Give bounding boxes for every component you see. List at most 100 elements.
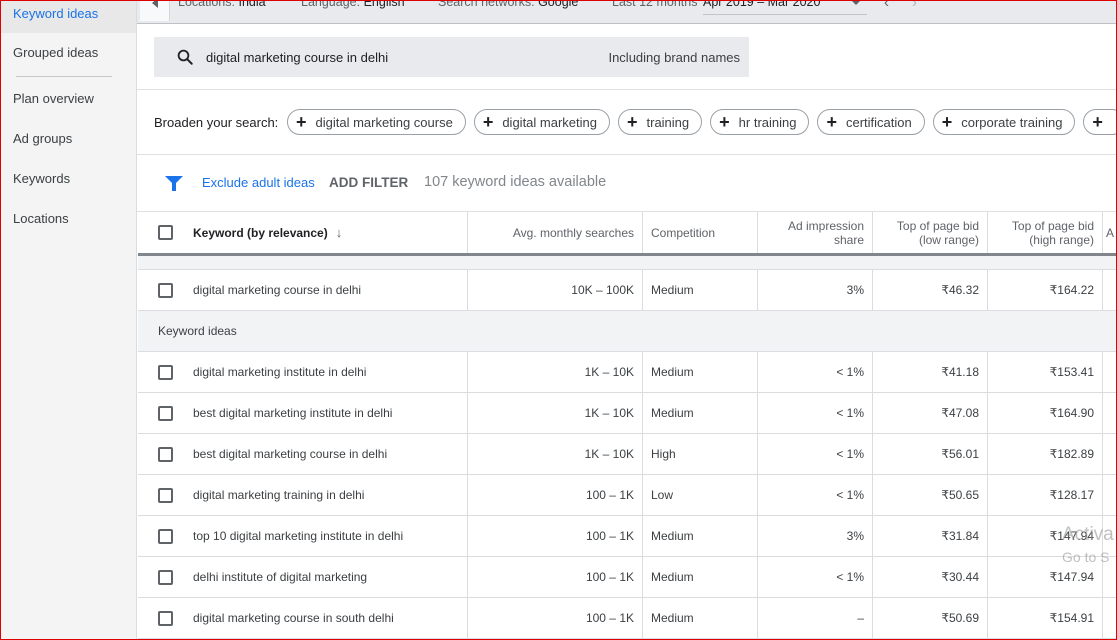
- broaden-chip[interactable]: + corporate training: [932, 109, 1076, 135]
- row-checkbox[interactable]: [158, 610, 173, 626]
- sidebar-item-keywords[interactable]: Keywords: [0, 167, 136, 207]
- bid-low-cell: ₹47.08: [873, 393, 988, 433]
- keyword-text: digital marketing training in delhi: [193, 488, 365, 502]
- table-row: digital marketing course in south delhi 1…: [138, 598, 1117, 639]
- bid-high-cell: ₹182.89: [988, 434, 1103, 474]
- next-period-button[interactable]: ›: [912, 0, 917, 11]
- table-row: best digital marketing course in delhi 1K…: [138, 434, 1117, 475]
- broaden-chip[interactable]: + hr training: [710, 109, 810, 135]
- column-header-competition[interactable]: Competition: [643, 212, 758, 253]
- header-line: Top of page bid: [1011, 218, 1094, 233]
- sidebar-item-grouped-ideas[interactable]: Grouped ideas: [0, 33, 136, 73]
- row-checkbox[interactable]: [158, 446, 173, 462]
- sidebar-item-ad-groups[interactable]: Ad groups: [0, 127, 136, 167]
- column-header-bid-high[interactable]: Top of page bid (high range): [988, 212, 1103, 253]
- table-row: best digital marketing institute in delh…: [138, 393, 1117, 434]
- period-label: Last 12 months: [612, 0, 698, 9]
- keyword-search-box[interactable]: digital marketing course in delhi Includ…: [154, 37, 749, 77]
- broaden-chip[interactable]: +: [1083, 109, 1117, 135]
- plus-icon: +: [1092, 112, 1103, 132]
- brand-names-toggle[interactable]: Including brand names: [608, 50, 740, 65]
- search-query[interactable]: digital marketing course in delhi: [206, 50, 388, 65]
- row-checkbox[interactable]: [158, 405, 173, 421]
- table-spacer: [138, 256, 1117, 270]
- competition-cell: Medium: [643, 598, 758, 638]
- divider: [137, 154, 1117, 155]
- networks-setting[interactable]: Search networks: Google: [438, 0, 578, 9]
- more-cell: [1103, 270, 1117, 310]
- more-cell: [1103, 393, 1117, 433]
- column-header-impression-share[interactable]: Ad impression share: [758, 212, 873, 253]
- chip-label: digital marketing: [502, 114, 597, 130]
- plus-icon: +: [296, 112, 307, 132]
- header-line: Top of page bid: [896, 218, 979, 233]
- sidebar-item-plan-overview[interactable]: Plan overview: [0, 87, 136, 127]
- impression-share-cell: < 1%: [758, 393, 873, 433]
- impression-share-cell: < 1%: [758, 557, 873, 597]
- row-checkbox[interactable]: [158, 282, 173, 298]
- previous-period-button[interactable]: ‹: [884, 0, 889, 11]
- add-filter-button[interactable]: ADD FILTER: [329, 175, 408, 190]
- row-checkbox[interactable]: [158, 364, 173, 380]
- keyword-text: digital marketing institute in delhi: [193, 365, 367, 379]
- broaden-chip[interactable]: + digital marketing: [473, 109, 610, 135]
- filter-icon[interactable]: [165, 176, 183, 191]
- locations-value: India: [238, 0, 266, 9]
- sidebar-item-keyword-ideas[interactable]: Keyword ideas: [0, 0, 136, 33]
- select-all-checkbox[interactable]: [158, 225, 173, 240]
- keyword-text: top 10 digital marketing institute in de…: [193, 529, 404, 543]
- networks-label: Search networks:: [438, 0, 535, 9]
- plus-icon: +: [941, 112, 953, 132]
- bid-high-cell: ₹153.41: [988, 352, 1103, 392]
- plan-settings-bar: Locations: India Language: English Searc…: [137, 0, 1117, 24]
- more-cell: [1103, 475, 1117, 515]
- networks-value: Google: [538, 0, 579, 9]
- collapse-sidebar-button[interactable]: [140, 0, 170, 21]
- row-checkbox[interactable]: [158, 528, 173, 544]
- chip-label: digital marketing course: [315, 114, 453, 130]
- competition-cell: Medium: [643, 516, 758, 556]
- competition-cell: High: [643, 434, 758, 474]
- row-checkbox[interactable]: [158, 487, 173, 503]
- impression-share-cell: < 1%: [758, 475, 873, 515]
- keyword-text: digital marketing course in south delhi: [193, 611, 394, 625]
- competition-cell: Medium: [643, 270, 758, 310]
- date-range-select[interactable]: Apr 2019 – Mar 2020: [703, 0, 867, 15]
- broaden-search-label: Broaden your search:: [154, 115, 279, 130]
- avg-searches-cell: 100 – 1K: [468, 557, 643, 597]
- avg-searches-cell: 100 – 1K: [468, 516, 643, 556]
- table-row: delhi institute of digital marketing 100 …: [138, 557, 1117, 598]
- impression-share-cell: < 1%: [758, 352, 873, 392]
- broaden-chips: + digital marketing course + digital marke…: [287, 109, 1117, 135]
- column-header-bid-low[interactable]: Top of page bid (low range): [873, 212, 988, 253]
- broaden-chip[interactable]: + training: [617, 109, 703, 135]
- bid-low-cell: ₹41.18: [873, 352, 988, 392]
- bid-low-cell: ₹50.65: [873, 475, 988, 515]
- keyword-cell: digital marketing course in delhi: [138, 270, 468, 310]
- plus-icon: +: [719, 112, 730, 132]
- language-setting[interactable]: Language: English: [301, 0, 405, 9]
- section-header-keyword-ideas: Keyword ideas: [138, 311, 1117, 352]
- broaden-chip[interactable]: + certification: [817, 109, 925, 135]
- column-header-keyword[interactable]: Keyword (by relevance) ↓: [138, 212, 468, 253]
- header-line: share: [833, 232, 864, 247]
- sidebar-item-locations[interactable]: Locations: [0, 207, 136, 247]
- keyword-cell: best digital marketing institute in delh…: [138, 393, 468, 433]
- plus-icon: +: [626, 112, 638, 132]
- competition-cell: Medium: [643, 557, 758, 597]
- locations-setting[interactable]: Locations: India: [178, 0, 266, 9]
- keyword-cell: digital marketing training in delhi: [138, 475, 468, 515]
- column-header-avg-searches[interactable]: Avg. monthly searches: [468, 212, 643, 253]
- keyword-text: delhi institute of digital marketing: [193, 570, 368, 584]
- broaden-chip[interactable]: + digital marketing course: [287, 109, 466, 135]
- dropdown-caret-icon: [851, 0, 861, 5]
- keyword-cell: best digital marketing course in delhi: [138, 434, 468, 474]
- bid-high-cell: ₹128.17: [988, 475, 1103, 515]
- row-checkbox[interactable]: [158, 569, 173, 585]
- language-label: Language:: [301, 0, 361, 9]
- chip-label: training: [646, 114, 690, 130]
- exclude-adult-ideas-filter[interactable]: Exclude adult ideas: [202, 175, 315, 190]
- more-cell: [1103, 598, 1117, 638]
- divider: [137, 89, 1117, 90]
- column-header-more[interactable]: A: [1103, 212, 1117, 253]
